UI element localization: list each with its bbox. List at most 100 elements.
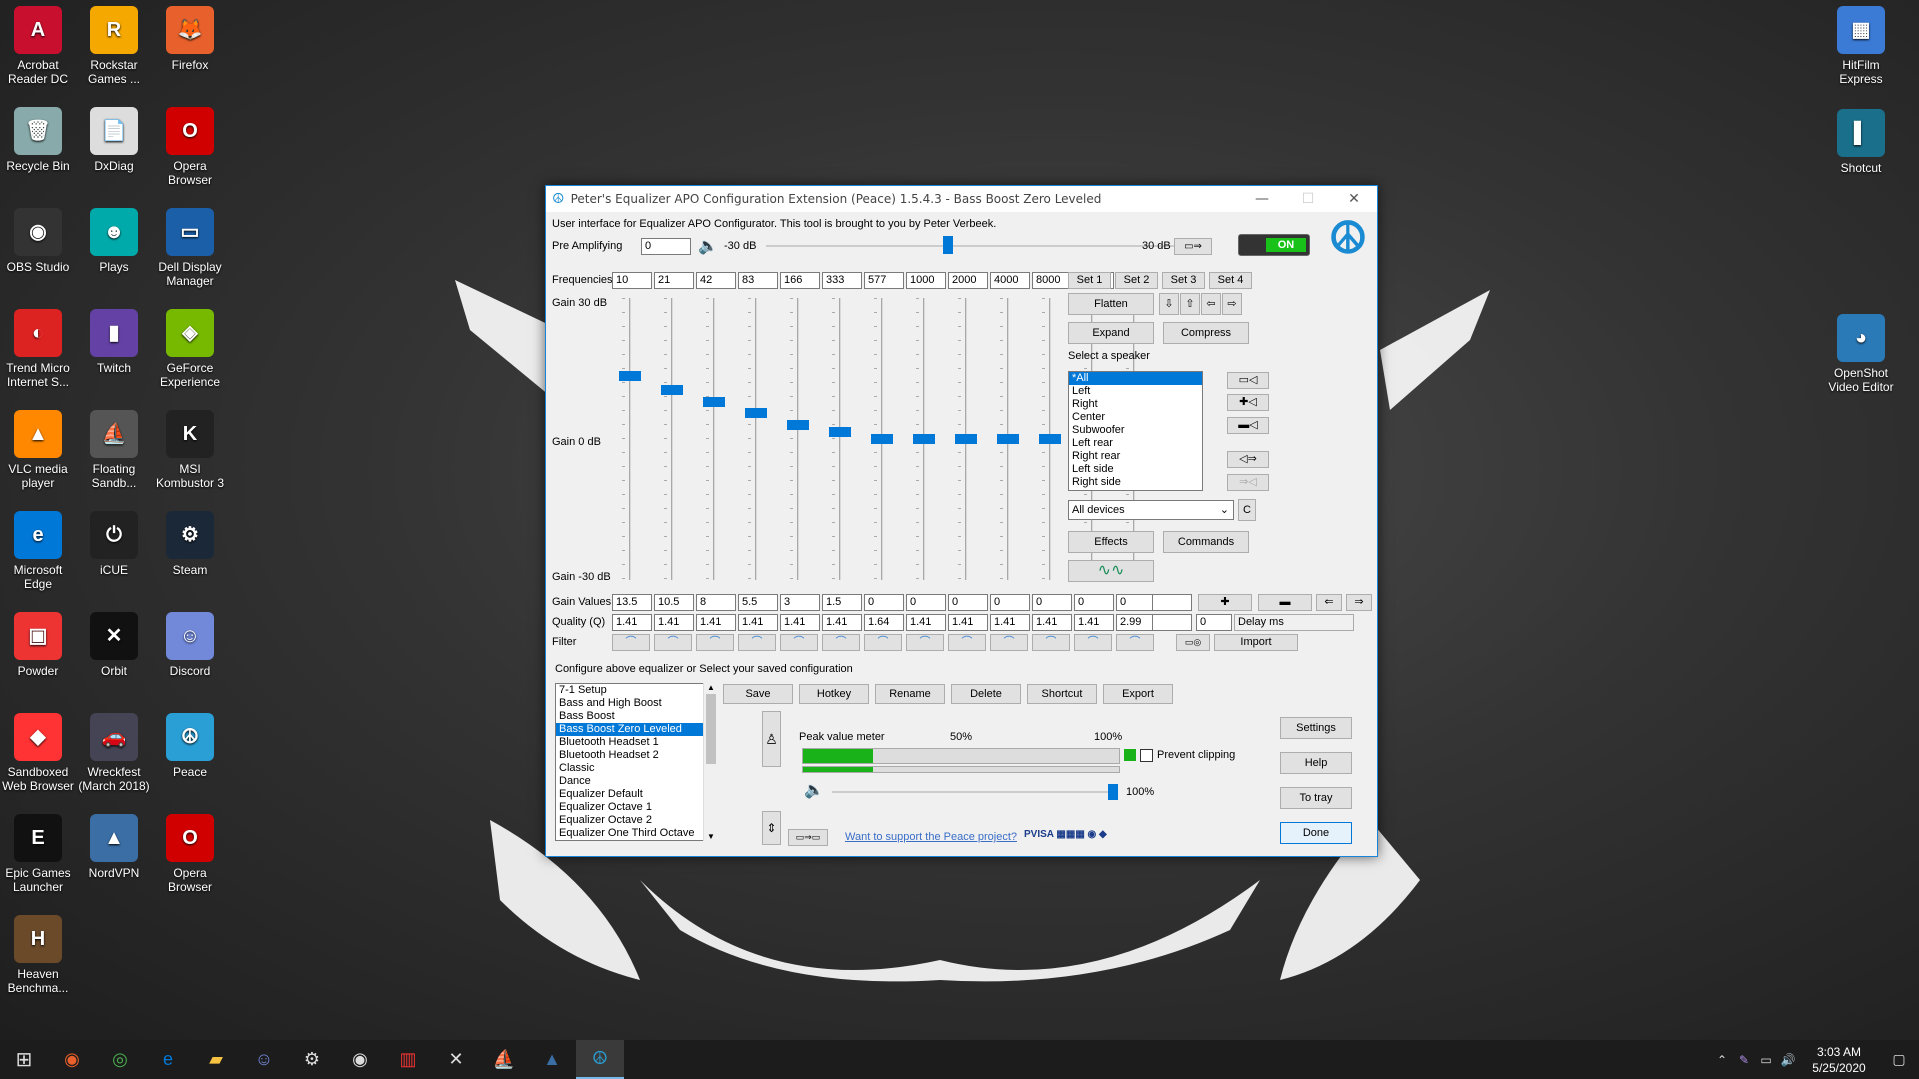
commands-button[interactable]: Commands (1163, 531, 1249, 553)
compress-button[interactable]: Compress (1163, 322, 1249, 344)
arrow-down-button[interactable]: ⇩ (1159, 293, 1179, 315)
gain-input[interactable]: 0 (1032, 594, 1072, 611)
tray-volume-icon[interactable]: 🔊 (1777, 1040, 1799, 1079)
taskbar-nordvpn-icon[interactable]: ▲ (528, 1040, 576, 1079)
desktop-icon[interactable]: ▲ NordVPN (76, 810, 152, 908)
filter-peak-icon[interactable]: ⌒ (780, 634, 818, 651)
config-item[interactable]: Equalizer One Third Octave (556, 827, 717, 840)
config-item[interactable]: Bass Boost Zero Leveled (556, 723, 717, 736)
desktop-icon[interactable]: ⛵ Floating Sandb... (76, 406, 152, 504)
config-item[interactable]: 7-1 Setup (556, 684, 717, 697)
frequency-input[interactable]: 83 (738, 272, 778, 289)
maximize-button[interactable]: ☐ (1285, 191, 1331, 207)
taskbar-edge-icon[interactable]: e (144, 1040, 192, 1079)
speaker-list[interactable]: *All Left Right Center Subwoofer Left rear Rig… (1068, 371, 1203, 491)
desktop-icon[interactable]: H Heaven Benchma... (0, 911, 76, 1009)
eq-slider-track[interactable] (629, 298, 631, 580)
settings-button[interactable]: Settings (1280, 717, 1352, 739)
quality-input[interactable]: 1.41 (654, 614, 694, 631)
speaker-item[interactable]: *All (1069, 372, 1202, 385)
eq-slider-thumb[interactable] (745, 408, 767, 419)
eq-slider-thumb[interactable] (829, 427, 851, 437)
config-list[interactable]: 7-1 Setup Bass and High Boost Bass Boost Ba… (555, 683, 718, 841)
updown-arrows-icon[interactable]: ⇕ (762, 811, 781, 845)
eq-slider-track[interactable] (713, 298, 715, 580)
help-button[interactable]: Help (1280, 752, 1352, 774)
curve-preview-icon[interactable]: ∿∿ (1068, 560, 1154, 582)
desktop-icon[interactable]: ⏻ iCUE (76, 507, 152, 605)
filter-peak-icon[interactable]: ⌒ (654, 634, 692, 651)
desktop-icon[interactable]: ▮ Twitch (76, 305, 152, 403)
quality-input[interactable]: 2.99 (1116, 614, 1156, 631)
rename-button[interactable]: Rename (875, 684, 945, 704)
frequency-input[interactable]: 1000 (906, 272, 946, 289)
filter-peak-icon[interactable]: ⌒ (1074, 634, 1112, 651)
desktop-icon[interactable]: 🚗 Wreckfest (March 2018) (76, 709, 152, 807)
desktop-icon[interactable]: ✕ Orbit (76, 608, 152, 706)
eq-slider-track[interactable] (797, 298, 799, 580)
speaker-icon-3[interactable]: ▬◁ (1227, 417, 1269, 434)
volume-slider-thumb[interactable] (1108, 784, 1118, 800)
expand-button[interactable]: Expand (1068, 322, 1154, 344)
speaker-item[interactable]: Left side (1069, 463, 1202, 476)
tray-chevron-icon[interactable]: ⌃ (1711, 1040, 1733, 1079)
speaker-item[interactable]: Subwoofer (1069, 424, 1202, 437)
taskbar-sandbox-icon[interactable]: ⛵ (480, 1040, 528, 1079)
gain-input[interactable]: 0 (990, 594, 1030, 611)
gain-input[interactable]: 1.5 (822, 594, 862, 611)
taskbar-explorer-icon[interactable]: ▰ (192, 1040, 240, 1079)
config-item[interactable]: Classic (556, 762, 717, 775)
filter-peak-icon[interactable]: ⌒ (822, 634, 860, 651)
export-button[interactable]: Export (1103, 684, 1173, 704)
desktop-icon[interactable]: ◉ OBS Studio (0, 204, 76, 302)
gain-input[interactable]: 0 (1074, 594, 1114, 611)
speaker-icon-1[interactable]: ▭◁ (1227, 372, 1269, 389)
desktop-icon[interactable]: ▲ VLC media player (0, 406, 76, 504)
support-link[interactable]: Want to support the Peace project? (845, 831, 1017, 843)
frequency-input[interactable]: 577 (864, 272, 904, 289)
desktop-icon[interactable]: ☺ Discord (152, 608, 228, 706)
to-tray-button[interactable]: To tray (1280, 787, 1352, 809)
taskbar-chrome-icon[interactable]: ◎ (96, 1040, 144, 1079)
quality-input[interactable]: 1.41 (696, 614, 736, 631)
desktop-icon[interactable]: ◐ Trend Micro Internet S... (0, 305, 76, 403)
eq-slider-track[interactable] (671, 298, 673, 580)
quality-input[interactable]: 1.41 (990, 614, 1030, 631)
desktop-icon[interactable]: e Microsoft Edge (0, 507, 76, 605)
pre-amp-slider-track[interactable] (766, 245, 1176, 247)
quality-input[interactable]: 1.41 (948, 614, 988, 631)
arrow-right-button[interactable]: ⇨ (1222, 293, 1242, 315)
power-toggle[interactable]: ON (1238, 234, 1310, 256)
done-button[interactable]: Done (1280, 822, 1352, 844)
frequency-input[interactable]: 21 (654, 272, 694, 289)
desktop-icon[interactable]: ◆ Sandboxed Web Browser (0, 709, 76, 807)
desktop-icon[interactable]: ▦ HitFilm Express (1823, 2, 1899, 100)
tray-pen-icon[interactable]: ✎ (1733, 1040, 1755, 1079)
set-button[interactable]: Set 3 (1162, 272, 1205, 289)
desktop-icon[interactable]: A Acrobat Reader DC (0, 2, 76, 100)
effects-button[interactable]: Effects (1068, 531, 1154, 553)
taskbar-popcorn-icon[interactable]: ▥ (384, 1040, 432, 1079)
scroll-thumb[interactable] (706, 694, 716, 764)
hotkey-button[interactable]: Hotkey (799, 684, 869, 704)
set-button[interactable]: Set 1 (1068, 272, 1111, 289)
quality-input[interactable]: 1.41 (906, 614, 946, 631)
filter-peak-icon[interactable]: ⌒ (1032, 634, 1070, 651)
scroll-down-icon[interactable]: ▼ (704, 832, 718, 841)
gain-input[interactable]: 5.5 (738, 594, 778, 611)
clock[interactable]: 3:03 AM 5/25/2020 (1799, 1044, 1879, 1076)
quality-input[interactable]: 1.41 (780, 614, 820, 631)
gain-input[interactable]: 0 (1116, 594, 1156, 611)
delay-input[interactable]: 0 (1196, 614, 1232, 631)
config-item[interactable]: Equalizer Default (556, 788, 717, 801)
import-button[interactable]: Import (1214, 634, 1298, 651)
notification-icon[interactable]: ▢ (1879, 1040, 1919, 1079)
config-item[interactable]: Equalizer Octave 1 (556, 801, 717, 814)
filter-peak-icon[interactable]: ⌒ (990, 634, 1028, 651)
desktop-icon[interactable]: O Opera Browser (152, 103, 228, 201)
frequency-input[interactable]: 333 (822, 272, 862, 289)
desktop-icon[interactable]: ◕ OpenShot Video Editor (1823, 310, 1899, 408)
speaker-item[interactable]: Center (1069, 411, 1202, 424)
speaker-item[interactable]: Right rear (1069, 450, 1202, 463)
taskbar-obs-icon[interactable]: ◉ (336, 1040, 384, 1079)
